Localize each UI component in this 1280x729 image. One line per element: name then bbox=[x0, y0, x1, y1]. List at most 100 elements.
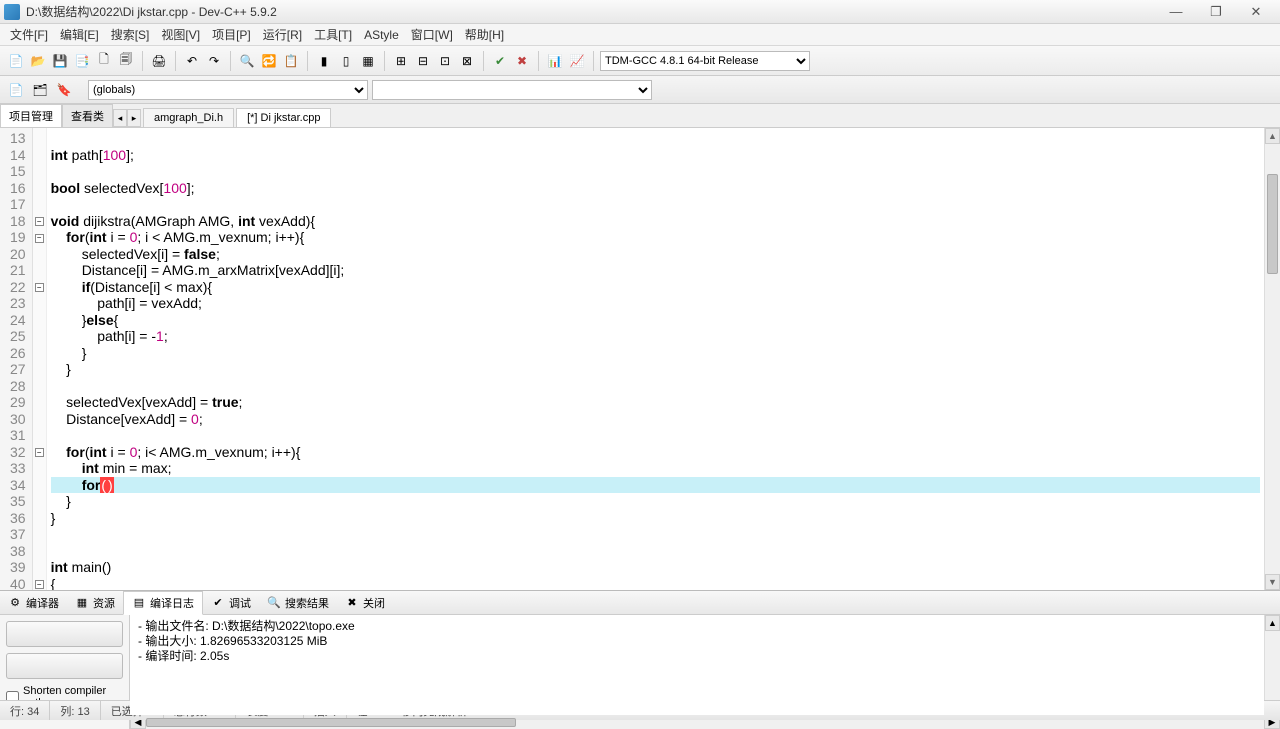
compile-output[interactable]: - 输出文件名: D:\数据结构\2022\topo.exe- 输出大小: 1.… bbox=[130, 615, 1264, 715]
code-line[interactable]: }else{ bbox=[51, 312, 1260, 329]
new-source-button[interactable]: 📄 bbox=[6, 80, 26, 100]
menu-item[interactable]: 视图[V] bbox=[155, 24, 206, 45]
bookmark-button[interactable]: ▯ bbox=[336, 51, 356, 71]
close-button[interactable]: ✕ bbox=[1236, 2, 1276, 22]
side-tab[interactable]: 查看类 bbox=[62, 104, 113, 127]
bottom-tab[interactable]: ⚙编译器 bbox=[0, 592, 67, 614]
minimize-button[interactable]: — bbox=[1156, 2, 1196, 22]
find-button[interactable]: 🔍 bbox=[237, 51, 257, 71]
close-all-button[interactable]: 🗐 bbox=[116, 51, 136, 71]
menu-item[interactable]: AStyle bbox=[358, 26, 405, 44]
class-view-button[interactable]: 🗂 bbox=[30, 80, 50, 100]
code-line[interactable]: Distance[i] = AMG.m_arxMatrix[vexAdd][i]… bbox=[51, 262, 1260, 279]
bottom-tab[interactable]: ✖关闭 bbox=[337, 592, 393, 614]
file-tab[interactable]: [*] Di jkstar.cpp bbox=[236, 108, 331, 127]
bottom-tab[interactable]: ▤编译日志 bbox=[123, 591, 203, 615]
menu-bar: 文件[F]编辑[E]搜索[S]视图[V]项目[P]运行[R]工具[T]AStyl… bbox=[0, 24, 1280, 46]
menu-item[interactable]: 编辑[E] bbox=[54, 24, 105, 45]
code-line[interactable]: if(Distance[i] < max){ bbox=[51, 279, 1260, 296]
redo-button[interactable]: ↷ bbox=[204, 51, 224, 71]
code-line[interactable]: selectedVex[i] = false; bbox=[51, 246, 1260, 263]
bookmark-list-button[interactable]: 🔖 bbox=[54, 80, 74, 100]
fold-gutter[interactable]: − − − − − bbox=[33, 128, 47, 590]
code-line[interactable]: for() bbox=[51, 477, 1260, 494]
profile-button[interactable]: 📊 bbox=[545, 51, 565, 71]
code-line[interactable] bbox=[51, 196, 1260, 213]
compile-run-button[interactable]: ⊡ bbox=[435, 51, 455, 71]
fold-toggle[interactable]: − bbox=[35, 217, 44, 226]
code-line[interactable]: } bbox=[51, 493, 1260, 510]
code-line[interactable]: int min = max; bbox=[51, 460, 1260, 477]
file-tab[interactable]: amgraph_Di.h bbox=[143, 108, 234, 127]
fold-toggle[interactable]: − bbox=[35, 283, 44, 292]
scroll-thumb[interactable] bbox=[1267, 174, 1278, 274]
code-line[interactable]: } bbox=[51, 345, 1260, 362]
code-line[interactable] bbox=[51, 543, 1260, 560]
scroll-up-icon[interactable]: ▲ bbox=[1265, 128, 1280, 144]
run-button[interactable]: ⊟ bbox=[413, 51, 433, 71]
tab-nav-right[interactable]: ▸ bbox=[127, 109, 141, 127]
menu-item[interactable]: 文件[F] bbox=[4, 24, 54, 45]
undo-button[interactable]: ↶ bbox=[182, 51, 202, 71]
copy-log-button[interactable] bbox=[6, 653, 123, 679]
code-line[interactable]: bool selectedVex[100]; bbox=[51, 180, 1260, 197]
scope-select[interactable]: (globals) bbox=[88, 80, 368, 100]
code-line[interactable]: for(int i = 0; i< AMG.m_vexnum; i++){ bbox=[51, 444, 1260, 461]
menu-item[interactable]: 运行[R] bbox=[257, 24, 308, 45]
fold-toggle[interactable]: − bbox=[35, 234, 44, 243]
menu-item[interactable]: 工具[T] bbox=[308, 24, 358, 45]
code-line[interactable] bbox=[51, 427, 1260, 444]
code-line[interactable]: } bbox=[51, 361, 1260, 378]
save-button[interactable]: 💾 bbox=[50, 51, 70, 71]
code-line[interactable]: } bbox=[51, 510, 1260, 527]
bottom-tab[interactable]: 🔍搜索结果 bbox=[259, 592, 337, 614]
abort-compile-button[interactable] bbox=[6, 621, 123, 647]
new-file-button[interactable]: 📄 bbox=[6, 51, 26, 71]
stop-button[interactable]: ✖ bbox=[512, 51, 532, 71]
code-line[interactable]: int path[100]; bbox=[51, 147, 1260, 164]
syntax-check-button[interactable]: ✔ bbox=[490, 51, 510, 71]
menu-item[interactable]: 项目[P] bbox=[206, 24, 257, 45]
output-scrollbar-horizontal[interactable]: ◀ ▶ bbox=[0, 715, 1280, 729]
menu-item[interactable]: 搜索[S] bbox=[105, 24, 156, 45]
goto-button[interactable]: ▮ bbox=[314, 51, 334, 71]
code-line[interactable]: Distance[vexAdd] = 0; bbox=[51, 411, 1260, 428]
bottom-tab[interactable]: ✔调试 bbox=[203, 592, 259, 614]
print-button[interactable]: 🖨 bbox=[149, 51, 169, 71]
editor-scrollbar-vertical[interactable]: ▲ ▼ bbox=[1264, 128, 1280, 590]
replace-button[interactable]: 🔁 bbox=[259, 51, 279, 71]
find-in-files-button[interactable]: 📋 bbox=[281, 51, 301, 71]
code-line[interactable] bbox=[51, 130, 1260, 147]
code-line[interactable]: int main() bbox=[51, 559, 1260, 576]
menu-item[interactable]: 帮助[H] bbox=[459, 24, 510, 45]
tab-nav-left[interactable]: ◂ bbox=[113, 109, 127, 127]
close-file-button[interactable]: 🗋 bbox=[94, 51, 114, 71]
debug-button[interactable]: 📈 bbox=[567, 51, 587, 71]
code-line[interactable]: selectedVex[vexAdd] = true; bbox=[51, 394, 1260, 411]
code-line[interactable]: void dijikstra(AMGraph AMG, int vexAdd){ bbox=[51, 213, 1260, 230]
rebuild-button[interactable]: ⊠ bbox=[457, 51, 477, 71]
code-line[interactable]: for(int i = 0; i < AMG.m_vexnum; i++){ bbox=[51, 229, 1260, 246]
code-line[interactable]: path[i] = vexAdd; bbox=[51, 295, 1260, 312]
compiler-select[interactable]: TDM-GCC 4.8.1 64-bit Release bbox=[600, 51, 810, 71]
compile-button[interactable]: ⊞ bbox=[391, 51, 411, 71]
fold-toggle[interactable]: − bbox=[35, 580, 44, 589]
code-editor[interactable]: 1314151617181920212223242526272829303132… bbox=[0, 128, 1280, 590]
bookmark-next-button[interactable]: ▦ bbox=[358, 51, 378, 71]
code-content[interactable]: int path[100]; bool selectedVex[100]; void… bbox=[47, 128, 1264, 590]
code-line[interactable] bbox=[51, 163, 1260, 180]
save-all-button[interactable]: 📑 bbox=[72, 51, 92, 71]
bottom-tab[interactable]: ▦资源 bbox=[67, 592, 123, 614]
side-tab[interactable]: 项目管理 bbox=[0, 104, 62, 127]
code-line[interactable]: path[i] = -1; bbox=[51, 328, 1260, 345]
fold-toggle[interactable]: − bbox=[35, 448, 44, 457]
code-line[interactable] bbox=[51, 526, 1260, 543]
menu-item[interactable]: 窗口[W] bbox=[405, 24, 459, 45]
scroll-down-icon[interactable]: ▼ bbox=[1265, 574, 1280, 590]
code-line[interactable] bbox=[51, 378, 1260, 395]
member-select[interactable] bbox=[372, 80, 652, 100]
maximize-button[interactable]: ❐ bbox=[1196, 2, 1236, 22]
open-file-button[interactable]: 📂 bbox=[28, 51, 48, 71]
hscroll-thumb[interactable] bbox=[146, 718, 516, 727]
code-line[interactable]: { bbox=[51, 576, 1260, 591]
